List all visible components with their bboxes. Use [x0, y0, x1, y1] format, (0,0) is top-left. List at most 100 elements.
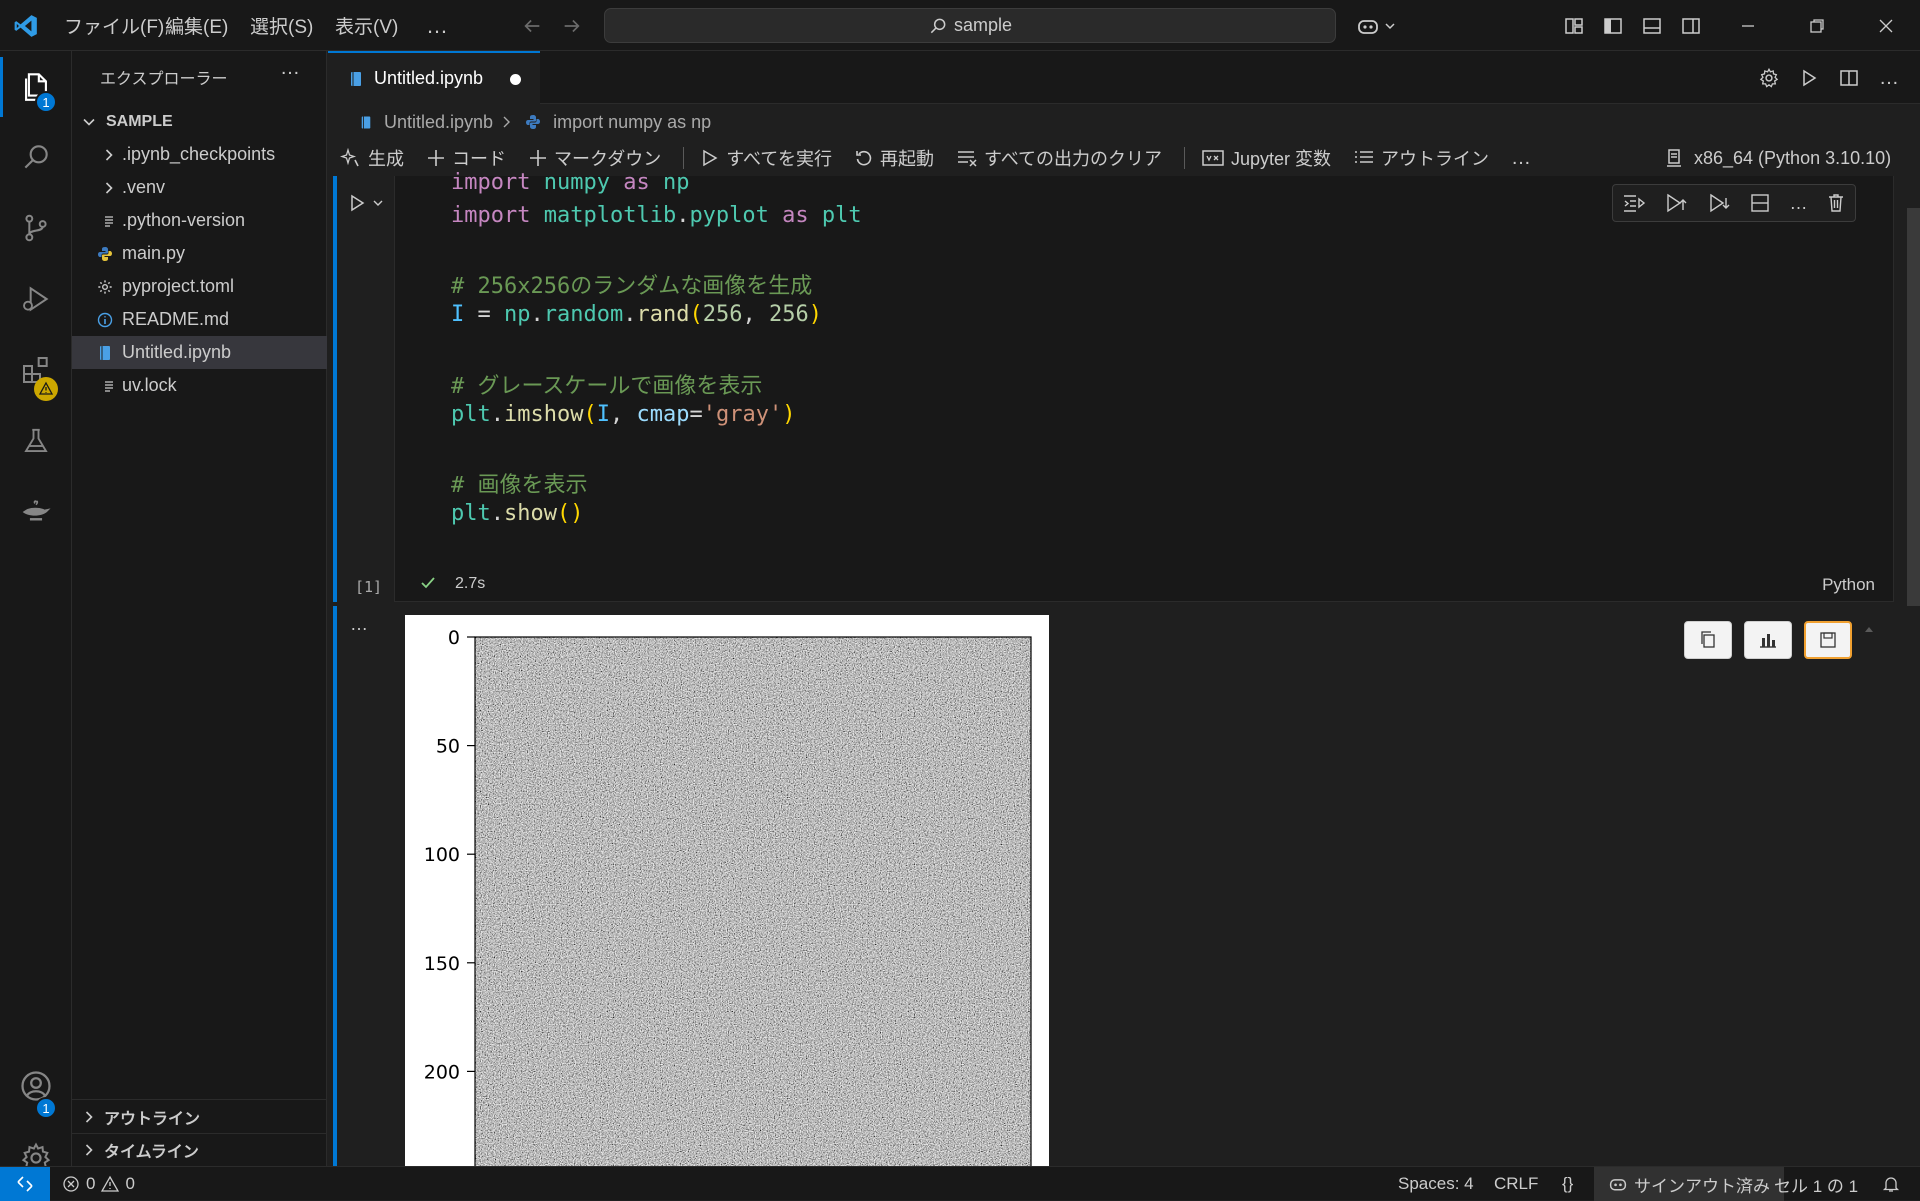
problems-indicator[interactable]: 0 0: [62, 1167, 135, 1201]
delete-trash-icon[interactable]: [1826, 192, 1846, 214]
testing-icon[interactable]: [0, 409, 72, 473]
kernel-picker[interactable]: x86_64 (Python 3.10.10): [1664, 140, 1891, 176]
run-below-icon[interactable]: [1707, 192, 1731, 214]
code-line-1: import numpy as np: [451, 170, 690, 195]
copilot-icon: [1356, 15, 1380, 37]
customize-layout-icon[interactable]: [1560, 12, 1588, 40]
restore-icon[interactable]: [1803, 12, 1831, 40]
menu-selection[interactable]: 選択(S): [250, 0, 313, 51]
vscode-logo-icon: [10, 10, 42, 42]
cell-position-indicator[interactable]: セル 1 の 1: [1774, 1167, 1858, 1201]
tree-item-readme-md[interactable]: README.md: [72, 303, 327, 336]
indentation-indicator[interactable]: Spaces: 4: [1398, 1167, 1474, 1201]
search-icon: [928, 16, 948, 36]
unsaved-dot-icon[interactable]: [510, 74, 521, 85]
save-output-button[interactable]: [1804, 621, 1852, 659]
run-by-line-icon[interactable]: [1622, 192, 1646, 214]
tab-untitled-ipynb[interactable]: Untitled.ipynb: [328, 51, 540, 104]
copilot-icon: [1608, 1175, 1628, 1193]
account-status[interactable]: サインアウト済み: [1594, 1167, 1784, 1201]
plus-icon: [528, 148, 548, 168]
breadcrumb-cell[interactable]: import numpy as np: [553, 112, 711, 133]
copy-output-button[interactable]: [1684, 621, 1732, 659]
notifications-bell-icon[interactable]: [1876, 1167, 1906, 1201]
code-line-4: I = np.random.rand(256, 256): [451, 302, 822, 327]
back-arrow-icon[interactable]: [518, 12, 546, 40]
breadcrumb: Untitled.ipynb import numpy as np: [328, 104, 1920, 140]
tree-item-ipynb-checkpoints[interactable]: .ipynb_checkpoints: [72, 138, 327, 171]
split-editor-icon[interactable]: [1834, 63, 1864, 93]
clear-outputs-button[interactable]: すべての出力のクリア: [956, 145, 1162, 171]
menu-file[interactable]: ファイル(F): [64, 0, 164, 51]
tree-item-untitled-ipynb[interactable]: Untitled.ipynb: [72, 336, 327, 369]
menu-more[interactable]: …: [426, 0, 448, 51]
breadcrumb-file[interactable]: Untitled.ipynb: [384, 112, 493, 133]
run-cell-play-icon[interactable]: [344, 190, 370, 216]
chevron-down-icon[interactable]: [370, 192, 386, 214]
tree-item-uv-lock[interactable]: uv.lock: [72, 369, 327, 402]
scroll-up-arrow-icon[interactable]: [1862, 622, 1876, 636]
clear-outputs-label: すべての出力のクリア: [983, 149, 1162, 169]
add-code-cell-button[interactable]: コード: [426, 145, 506, 171]
copilot-menu[interactable]: [1352, 12, 1400, 40]
search-icon[interactable]: [0, 125, 72, 189]
remote-indicator-icon[interactable]: [0, 1167, 50, 1201]
scrollbar-thumb[interactable]: [1907, 208, 1920, 668]
more-actions-button[interactable]: …: [1874, 63, 1904, 93]
run-all-button[interactable]: すべてを実行: [700, 145, 832, 171]
notebook-settings-gear-icon[interactable]: [1754, 63, 1784, 93]
generate-button[interactable]: 生成: [340, 145, 404, 171]
cell-more-button[interactable]: …: [1789, 193, 1807, 214]
code-editor[interactable]: import numpy as np import matplotlib.pyp…: [394, 170, 1894, 602]
source-control-icon[interactable]: [0, 196, 72, 260]
run-play-icon[interactable]: [1794, 63, 1824, 93]
accounts-badge: 1: [35, 1097, 57, 1119]
jupyter-variables-button[interactable]: Jupyter 変数: [1201, 145, 1331, 171]
info-icon: [94, 312, 116, 328]
close-icon[interactable]: [1872, 12, 1900, 40]
run-debug-icon[interactable]: [0, 267, 72, 331]
forward-arrow-icon[interactable]: [558, 12, 586, 40]
y-tick-label: 100: [424, 844, 460, 866]
menu-view[interactable]: 表示(V): [335, 0, 398, 51]
restart-button[interactable]: 再起動: [854, 145, 934, 171]
code-comment-1: # 256x256のランダムな画像を生成: [451, 274, 813, 299]
toggle-secondary-sidebar-icon[interactable]: [1677, 12, 1705, 40]
y-tick-label: 0: [448, 627, 460, 649]
tree-item-main-py[interactable]: main.py: [72, 237, 327, 270]
restart-label: 再起動: [879, 149, 934, 169]
error-count: 0: [86, 1174, 96, 1193]
add-markdown-cell-button[interactable]: マークダウン: [528, 145, 661, 171]
command-center-search[interactable]: sample: [604, 8, 1336, 43]
toolbar-more-button[interactable]: …: [1511, 147, 1531, 170]
code-line-6: plt.imshow(I, cmap='gray'): [451, 402, 796, 427]
sidebar-more-button[interactable]: …: [280, 57, 300, 80]
timeline-section-header[interactable]: タイムライン: [72, 1133, 327, 1166]
output-more-button[interactable]: …: [350, 614, 368, 635]
explorer-sidebar: エクスプローラー … SAMPLE .ipynb_checkpoints .ve…: [72, 51, 327, 1166]
code-comment-2: # グレースケールで画像を表示: [451, 374, 763, 399]
cell-language[interactable]: Python: [1822, 575, 1875, 595]
tree-item-python-version[interactable]: .python-version: [72, 204, 327, 237]
markdown-label: マークダウン: [554, 149, 662, 169]
toggle-panel-icon[interactable]: [1638, 12, 1666, 40]
toggle-primary-sidebar-icon[interactable]: [1599, 12, 1627, 40]
tree-item-pyproject-toml[interactable]: pyproject.toml: [72, 270, 327, 303]
chevron-right-icon: [499, 115, 515, 129]
eol-indicator[interactable]: CRLF: [1494, 1167, 1538, 1201]
save-icon: [1819, 631, 1837, 649]
outline-button[interactable]: アウトライン: [1353, 145, 1489, 171]
run-above-icon[interactable]: [1664, 192, 1688, 214]
open-plot-viewer-button[interactable]: [1744, 621, 1792, 659]
outline-section-header[interactable]: アウトライン: [72, 1100, 327, 1133]
minimize-icon[interactable]: [1734, 12, 1762, 40]
folder-header-sample[interactable]: SAMPLE: [72, 105, 327, 138]
explorer-icon[interactable]: [0, 55, 72, 119]
tree-item-venv[interactable]: .venv: [72, 171, 327, 204]
menu-edit[interactable]: 編集(E): [165, 0, 228, 51]
language-braces-indicator[interactable]: {}: [1562, 1167, 1573, 1201]
split-cell-icon[interactable]: [1749, 192, 1771, 214]
jupyter-lamp-icon[interactable]: [0, 480, 72, 544]
toolbar-separator: [683, 147, 685, 169]
variables-label: Jupyter 変数: [1230, 149, 1332, 169]
